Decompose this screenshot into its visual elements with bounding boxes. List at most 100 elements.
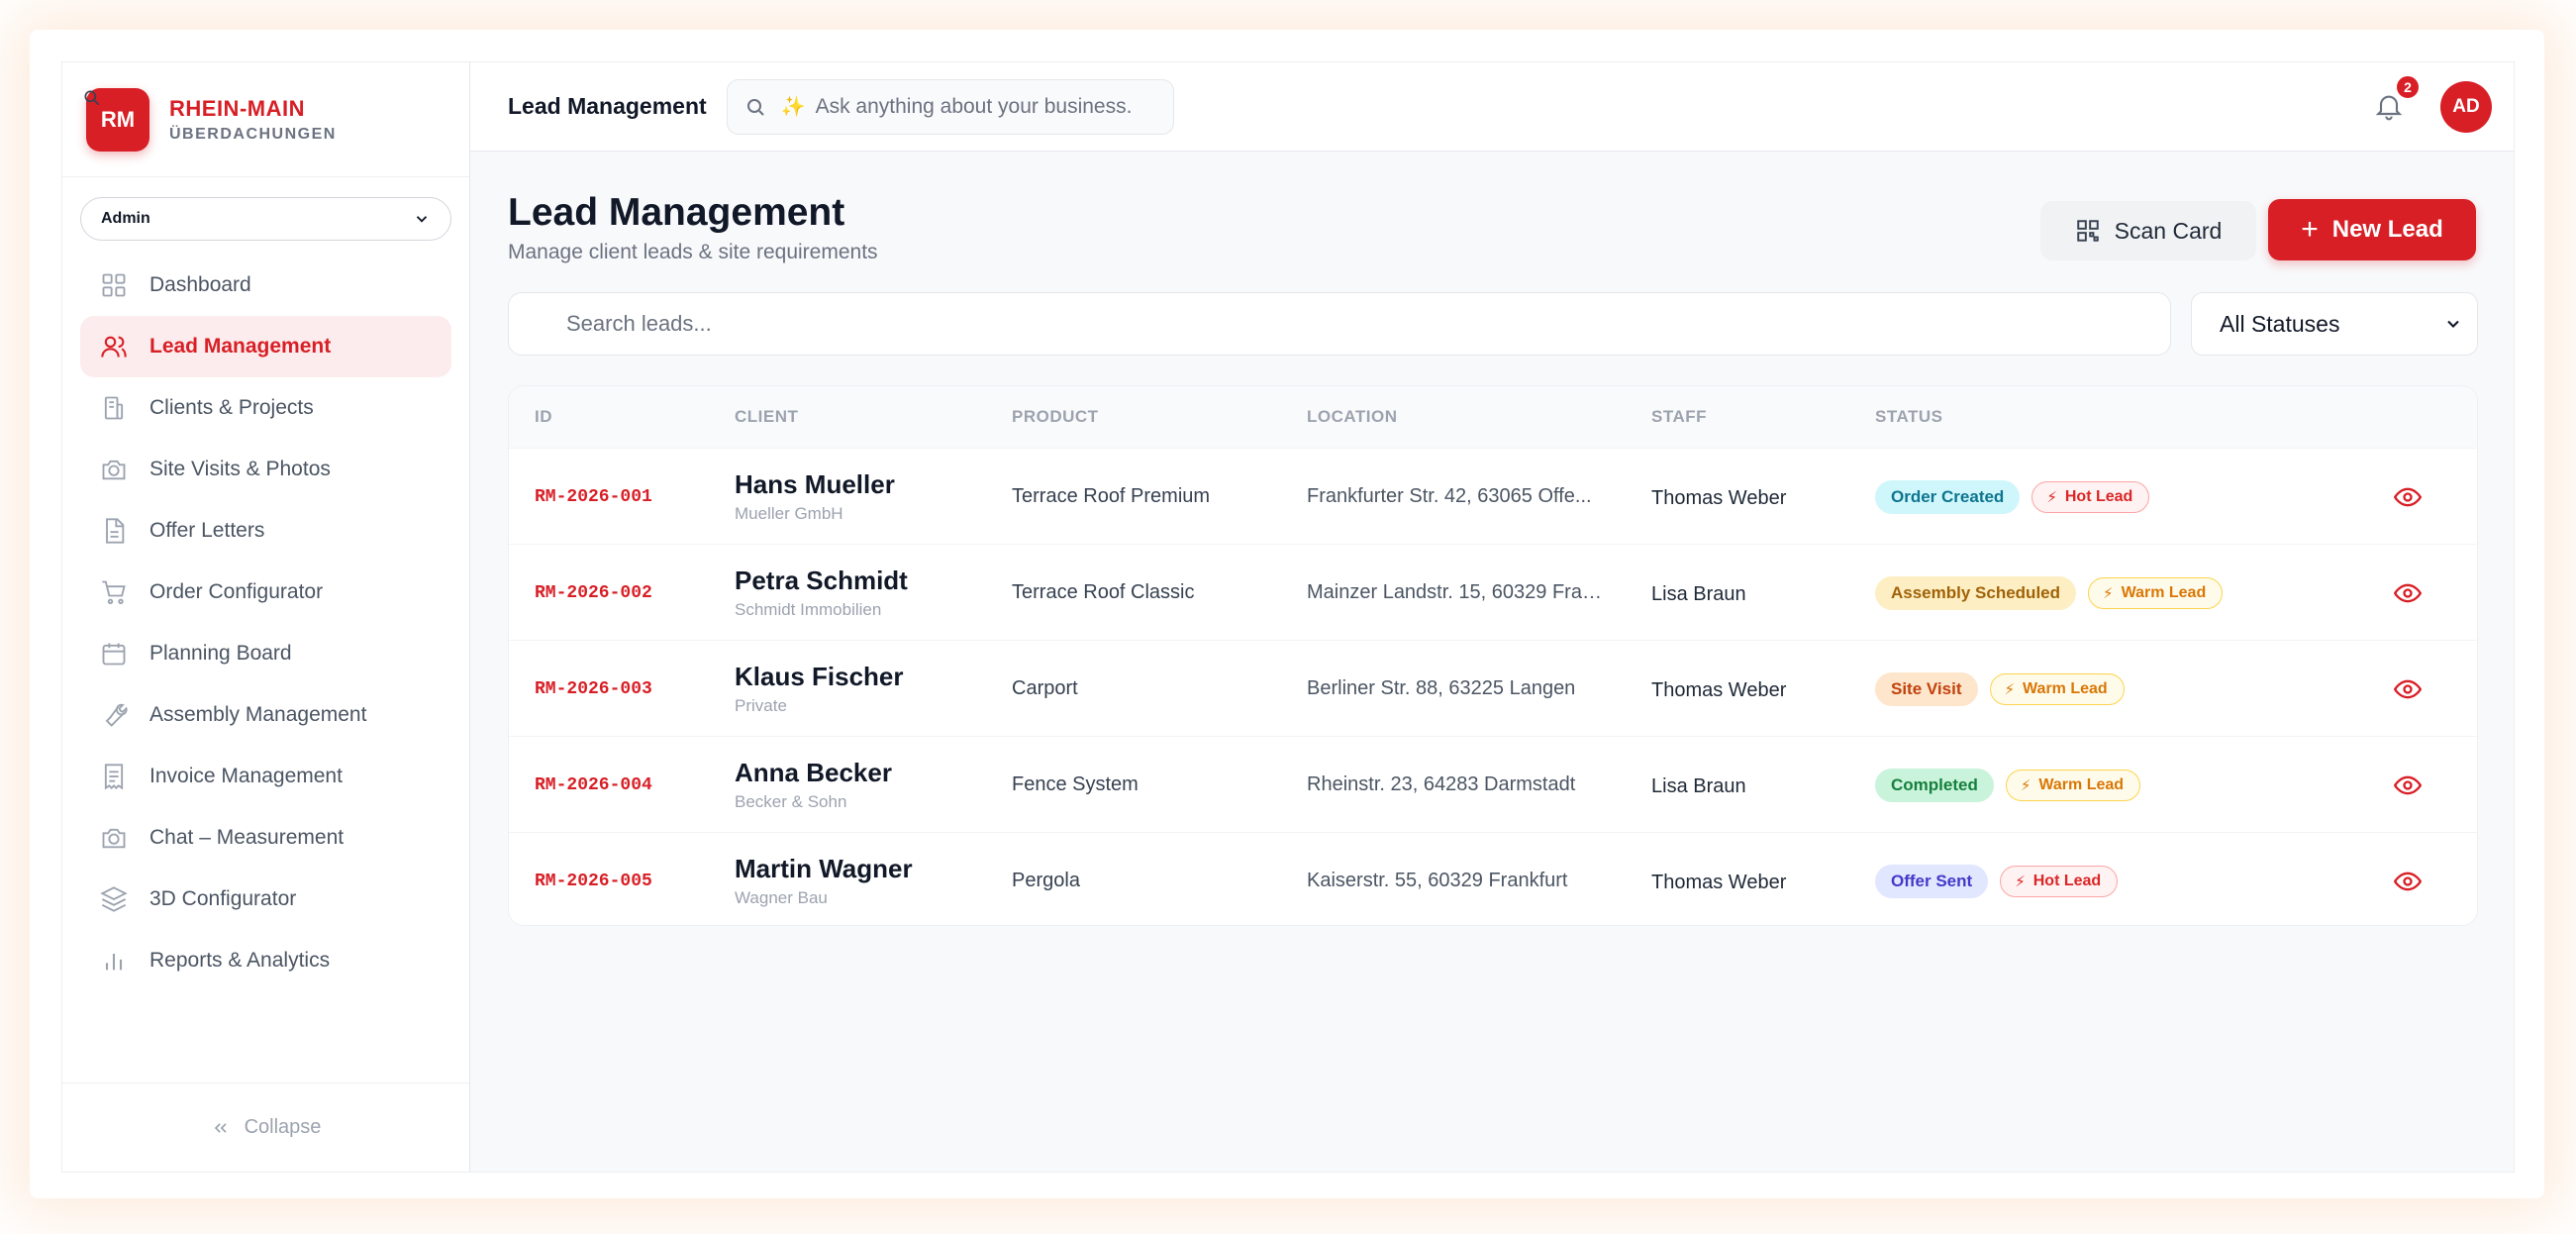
sidebar-item-planning-board[interactable]: Planning Board: [80, 623, 451, 684]
sidebar-item-order-configurator[interactable]: Order Configurator: [80, 562, 451, 623]
sidebar-item-assembly-management[interactable]: Assembly Management: [80, 684, 451, 746]
ask-ai-placeholder: Ask anything about your business.: [815, 94, 1133, 118]
new-lead-button[interactable]: + New Lead: [2268, 199, 2476, 260]
eye-icon[interactable]: [2394, 579, 2422, 607]
collapse-label: Collapse: [244, 1116, 322, 1138]
sparkle-icon: ✨: [780, 96, 806, 118]
sidebar-item-label: Offer Letters: [149, 519, 265, 542]
sidebar-item-offer-letters[interactable]: Offer Letters: [80, 500, 451, 562]
ask-ai-input[interactable]: ✨ Ask anything about your business.: [726, 78, 1174, 135]
sidebar-item-label: Lead Management: [149, 335, 332, 358]
chevron-down-icon: [416, 216, 428, 223]
status-filter-select[interactable]: All Statuses: [2191, 292, 2478, 356]
staff: Thomas Weber: [1651, 679, 1787, 701]
lead-id[interactable]: RM-2026-001: [535, 449, 652, 545]
sidebar-item-clients-projects[interactable]: Clients & Projects: [80, 377, 451, 439]
client-name: Anna Becker: [735, 758, 892, 787]
lead-id[interactable]: RM-2026-003: [535, 641, 652, 737]
collapse-button[interactable]: Collapse: [62, 1082, 469, 1172]
column-header-status[interactable]: STATUS: [1875, 407, 1942, 427]
sidebar-item-invoice-management[interactable]: Invoice Management: [80, 746, 451, 807]
table-row[interactable]: RM-2026-002 Petra Schmidt Schmidt Immobi…: [509, 544, 2477, 640]
client-name: Petra Schmidt: [735, 566, 908, 595]
lead-temperature-label: Warm Lead: [2038, 775, 2125, 793]
lead-id[interactable]: RM-2026-002: [535, 545, 652, 641]
sidebar-item-chat-measurement[interactable]: Chat – Measurement: [80, 807, 451, 869]
sidebar-item-lead-management[interactable]: Lead Management: [80, 316, 451, 377]
eye-icon[interactable]: [2394, 868, 2422, 895]
sidebar-item-reports-analytics[interactable]: Reports & Analytics: [80, 930, 451, 991]
lead-id[interactable]: RM-2026-004: [535, 737, 652, 833]
client-name: Martin Wagner: [735, 854, 913, 883]
eye-icon[interactable]: [2394, 483, 2422, 511]
lead-temperature-label: Hot Lead: [2032, 872, 2102, 889]
staff: Thomas Weber: [1651, 872, 1787, 893]
sidebar-item-dashboard[interactable]: Dashboard: [80, 255, 451, 316]
users-icon: [101, 336, 127, 358]
lead-id[interactable]: RM-2026-005: [535, 833, 652, 925]
sidebar-item-label: Order Configurator: [149, 580, 324, 603]
column-header-id[interactable]: ID: [535, 407, 552, 427]
eye-icon[interactable]: [2394, 771, 2422, 799]
column-header-product[interactable]: PRODUCT: [1012, 407, 1099, 427]
product: Pergola: [1012, 870, 1080, 891]
table-row[interactable]: RM-2026-001 Hans Mueller Mueller GmbH Te…: [509, 448, 2477, 544]
search-leads-input[interactable]: Search leads...: [508, 292, 2171, 356]
chevrons-left-icon: [214, 1122, 227, 1133]
camera-icon: [102, 460, 126, 480]
scan-card-button[interactable]: Scan Card: [2040, 201, 2256, 260]
document-icon: [106, 518, 125, 544]
status-badge: Order Created: [1875, 479, 2021, 514]
role-select-value: Admin: [101, 210, 150, 227]
lead-temperature-badge: ⚡ Warm Lead: [2005, 769, 2141, 801]
table-row[interactable]: RM-2026-004 Anna Becker Becker & Sohn Fe…: [509, 736, 2477, 832]
product: Fence System: [1012, 773, 1139, 795]
sidebar: RM RHEIN-MAIN ÜBERDACHUNGEN Admin Dashbo…: [62, 62, 470, 1172]
calendar-icon: [102, 643, 126, 666]
qr-code-icon: [2076, 220, 2099, 242]
leads-table: ID CLIENT PRODUCT LOCATION STAFF STATUS …: [508, 385, 2478, 926]
scan-card-label: Scan Card: [2114, 217, 2223, 244]
location: Berliner Str. 88, 63225 Langen: [1307, 677, 1576, 699]
sidebar-item-site-visits[interactable]: Site Visits & Photos: [80, 439, 451, 500]
page-title: Lead Management: [508, 191, 845, 234]
lead-temperature-label: Warm Lead: [2121, 583, 2207, 601]
status-badge: Completed: [1875, 768, 1994, 802]
lead-temperature-badge: ⚡ Hot Lead: [2031, 480, 2150, 513]
role-select[interactable]: Admin: [80, 197, 451, 241]
sidebar-item-label: Invoice Management: [149, 765, 343, 787]
sidebar-nav: Dashboard Lead Management Clients & Proj…: [62, 255, 469, 991]
brand-name: RHEIN-MAIN: [169, 95, 305, 121]
building-icon: [104, 396, 124, 420]
client-company: Becker & Sohn: [735, 792, 847, 811]
client-company: Wagner Bau: [735, 888, 828, 907]
search-icon: [746, 98, 764, 116]
client-company: Private: [735, 696, 787, 715]
lead-temperature-badge: ⚡ Hot Lead: [2000, 865, 2119, 897]
lead-temperature-label: Hot Lead: [2064, 487, 2133, 505]
sidebar-item-label: Reports & Analytics: [149, 949, 331, 972]
location: Frankfurter Str. 42, 63065 Offe...: [1307, 485, 1592, 507]
status-filter-value: All Statuses: [2220, 310, 2340, 337]
sidebar-item-label: 3D Configurator: [149, 887, 297, 910]
eye-icon[interactable]: [2394, 675, 2422, 703]
table-row[interactable]: RM-2026-003 Klaus Fischer Private Carpor…: [509, 640, 2477, 736]
camera-icon: [102, 828, 126, 849]
sidebar-item-label: Site Visits & Photos: [149, 458, 331, 480]
layers-icon: [100, 886, 128, 912]
bolt-icon: ⚡: [2046, 488, 2057, 506]
column-header-client[interactable]: CLIENT: [735, 407, 798, 427]
sidebar-item-3d-configurator[interactable]: 3D Configurator: [80, 869, 451, 930]
product: Terrace Roof Classic: [1012, 581, 1195, 603]
lead-temperature-badge: ⚡ Warm Lead: [2088, 576, 2224, 609]
column-header-staff[interactable]: STAFF: [1651, 407, 1707, 427]
location: Kaiserstr. 55, 60329 Frankfurt: [1307, 870, 1568, 891]
table-row[interactable]: RM-2026-005 Martin Wagner Wagner Bau Per…: [509, 832, 2477, 925]
avatar[interactable]: AD: [2440, 81, 2492, 133]
search-leads-placeholder: Search leads...: [566, 311, 712, 336]
brand: RM RHEIN-MAIN ÜBERDACHUNGEN: [62, 62, 469, 177]
column-header-location[interactable]: LOCATION: [1307, 407, 1398, 427]
bolt-icon: ⚡: [2020, 776, 2031, 794]
sidebar-item-label: Chat – Measurement: [149, 826, 345, 849]
sidebar-item-label: Assembly Management: [149, 703, 367, 726]
